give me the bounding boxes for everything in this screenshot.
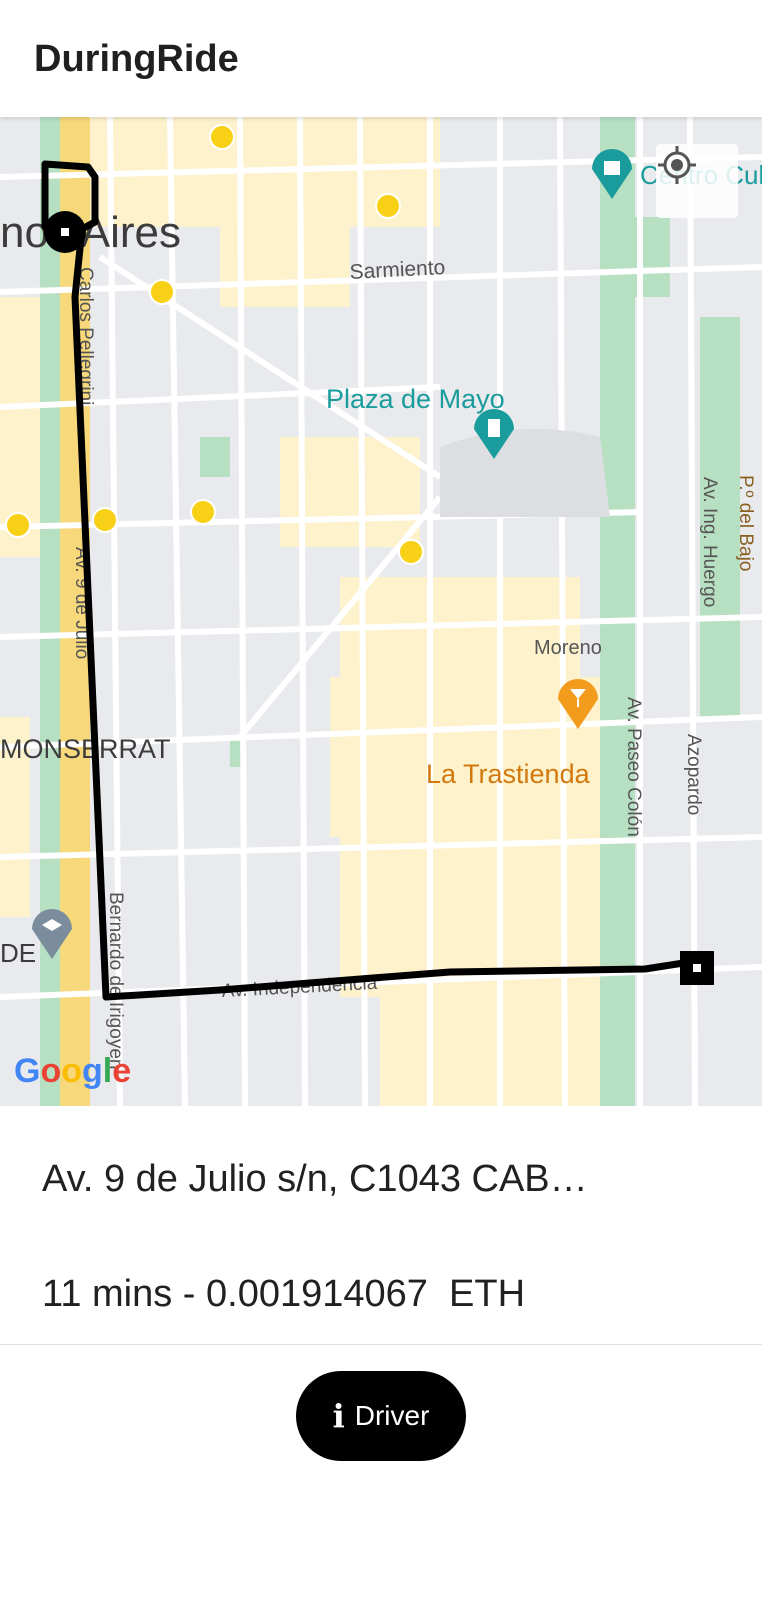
eta-cost-text: 11 mins - 0.001914067 ETH <box>42 1273 526 1315</box>
my-location-icon <box>658 146 696 184</box>
origin-marker-icon[interactable] <box>44 211 86 253</box>
city-label: nos Aires <box>0 208 181 257</box>
driver-button[interactable]: i Driver <box>296 1371 466 1461</box>
trip-info-panel: Av. 9 de Julio s/n, C1043 CAB… 11 mins -… <box>0 1106 762 1345</box>
driver-button-label: Driver <box>354 1400 430 1431</box>
destination-address: Av. 9 de Julio s/n, C1043 CAB… <box>42 1158 588 1200</box>
street-label-paseo-colon: Av. Paseo Colón <box>623 697 644 837</box>
destination-marker-icon[interactable] <box>680 951 714 985</box>
street-label-azopardo: Azopardo <box>683 734 704 815</box>
app-bar: DuringRide <box>0 0 762 117</box>
map-canvas[interactable]: nos Aires Sarmiento Plaza de Mayo Carlos… <box>0 117 762 1106</box>
area-label-de: DE <box>0 938 36 968</box>
street-label-ing-huergo: Av. Ing. Huergo <box>699 477 720 607</box>
poi-label-plaza-de-mayo: Plaza de Mayo <box>326 384 505 414</box>
poi-label-la-trastienda: La Trastienda <box>426 759 591 789</box>
page-title: DuringRide <box>34 38 239 80</box>
plaza-area <box>440 429 610 517</box>
street-label-moreno: Moreno <box>534 637 602 659</box>
my-location-button[interactable] <box>656 144 738 218</box>
info-icon: i <box>332 1397 345 1435</box>
street-label-paseo-del-bajo: P.º del Bajo <box>735 475 756 571</box>
google-logo: Google <box>14 1052 132 1090</box>
map-view[interactable]: nos Aires Sarmiento Plaza de Mayo Carlos… <box>0 117 762 1106</box>
area-label-monserrat: MONSERRAT <box>0 734 171 764</box>
